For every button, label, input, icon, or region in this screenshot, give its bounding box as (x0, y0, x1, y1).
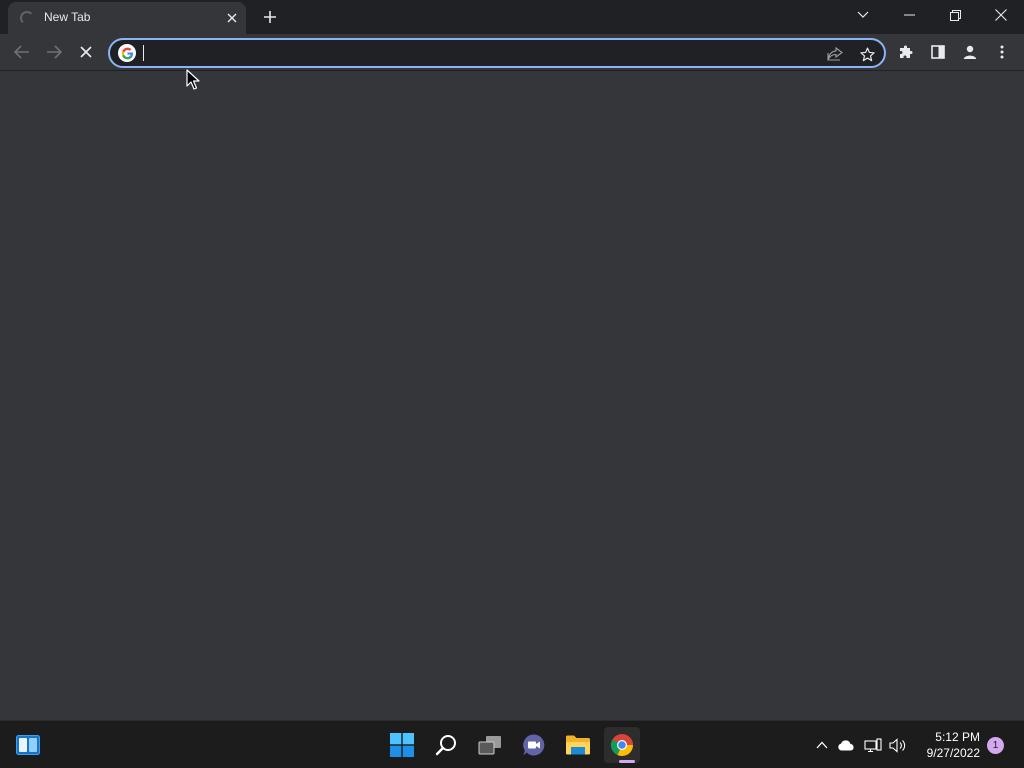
mouse-cursor-icon (186, 69, 200, 90)
minimize-icon (903, 14, 915, 16)
bookmark-button[interactable] (856, 43, 878, 65)
google-g-icon (118, 44, 136, 62)
clock-date: 9/27/2022 (926, 746, 980, 760)
taskbar-clock[interactable]: 5:12 PM 9/27/2022 (910, 729, 980, 761)
chrome-icon (611, 734, 633, 756)
search-icon (435, 735, 456, 756)
minimize-button[interactable] (886, 0, 932, 30)
arrow-right-icon (47, 45, 62, 59)
arrow-left-icon (14, 45, 29, 59)
clock-time: 5:12 PM (935, 730, 980, 744)
chrome-taskbar-button[interactable] (604, 727, 640, 763)
tab-close-button[interactable] (222, 8, 242, 28)
tab-title: New Tab (44, 10, 91, 24)
plus-icon (264, 11, 276, 23)
screen: New Tab 5:12 PM 9/27/2022 1 (0, 0, 1024, 768)
browser-toolbar (0, 34, 1024, 71)
show-hidden-icons-button[interactable] (812, 735, 832, 755)
windows-logo-icon (390, 733, 414, 757)
taskbar: 5:12 PM 9/27/2022 1 (0, 720, 1024, 768)
tab-strip: New Tab (0, 0, 1024, 34)
address-input[interactable] (142, 41, 812, 65)
side-panel-icon (931, 45, 945, 59)
network-icon (864, 737, 882, 752)
stop-loading-button[interactable] (71, 37, 101, 67)
kebab-menu-icon (1000, 45, 1004, 59)
new-tab-button[interactable] (258, 5, 282, 29)
folder-icon (566, 735, 590, 755)
text-caret (143, 45, 144, 61)
chevron-down-icon (857, 11, 869, 18)
loading-spinner-icon (20, 11, 34, 25)
share-button[interactable] (824, 43, 846, 65)
task-view-button[interactable] (472, 727, 508, 763)
side-panel-button[interactable] (923, 37, 953, 67)
teams-chat-button[interactable] (516, 727, 552, 763)
close-icon (227, 13, 237, 23)
extensions-button[interactable] (891, 37, 921, 67)
restore-icon (949, 9, 961, 21)
puzzle-icon (900, 45, 913, 58)
chat-icon (523, 734, 545, 756)
address-bar[interactable] (108, 38, 886, 68)
page-content[interactable] (0, 71, 1024, 720)
search-button[interactable] (428, 727, 464, 763)
file-explorer-button[interactable] (560, 727, 596, 763)
onedrive-button[interactable] (836, 735, 856, 755)
active-app-indicator (619, 760, 635, 763)
tab-search-button[interactable] (840, 0, 886, 30)
close-icon (995, 9, 1007, 21)
chevron-up-icon (816, 741, 828, 749)
back-button[interactable] (7, 37, 37, 67)
task-view-icon (478, 736, 501, 755)
restore-button[interactable] (932, 0, 978, 30)
speaker-icon (889, 737, 906, 753)
stop-x-icon (80, 46, 92, 58)
star-icon (859, 47, 875, 61)
start-button[interactable] (384, 727, 420, 763)
widgets-button[interactable] (10, 727, 46, 763)
chrome-menu-button[interactable] (987, 37, 1017, 67)
cloud-icon (838, 739, 854, 750)
widgets-icon (16, 735, 40, 755)
person-icon (963, 45, 977, 59)
tab-new-tab[interactable]: New Tab (8, 2, 246, 34)
profile-button[interactable] (955, 37, 985, 67)
volume-button[interactable] (888, 735, 908, 755)
close-window-button[interactable] (978, 0, 1024, 30)
share-icon (827, 47, 843, 61)
notification-badge[interactable]: 1 (987, 737, 1004, 754)
network-button[interactable] (863, 735, 883, 755)
forward-button[interactable] (39, 37, 69, 67)
